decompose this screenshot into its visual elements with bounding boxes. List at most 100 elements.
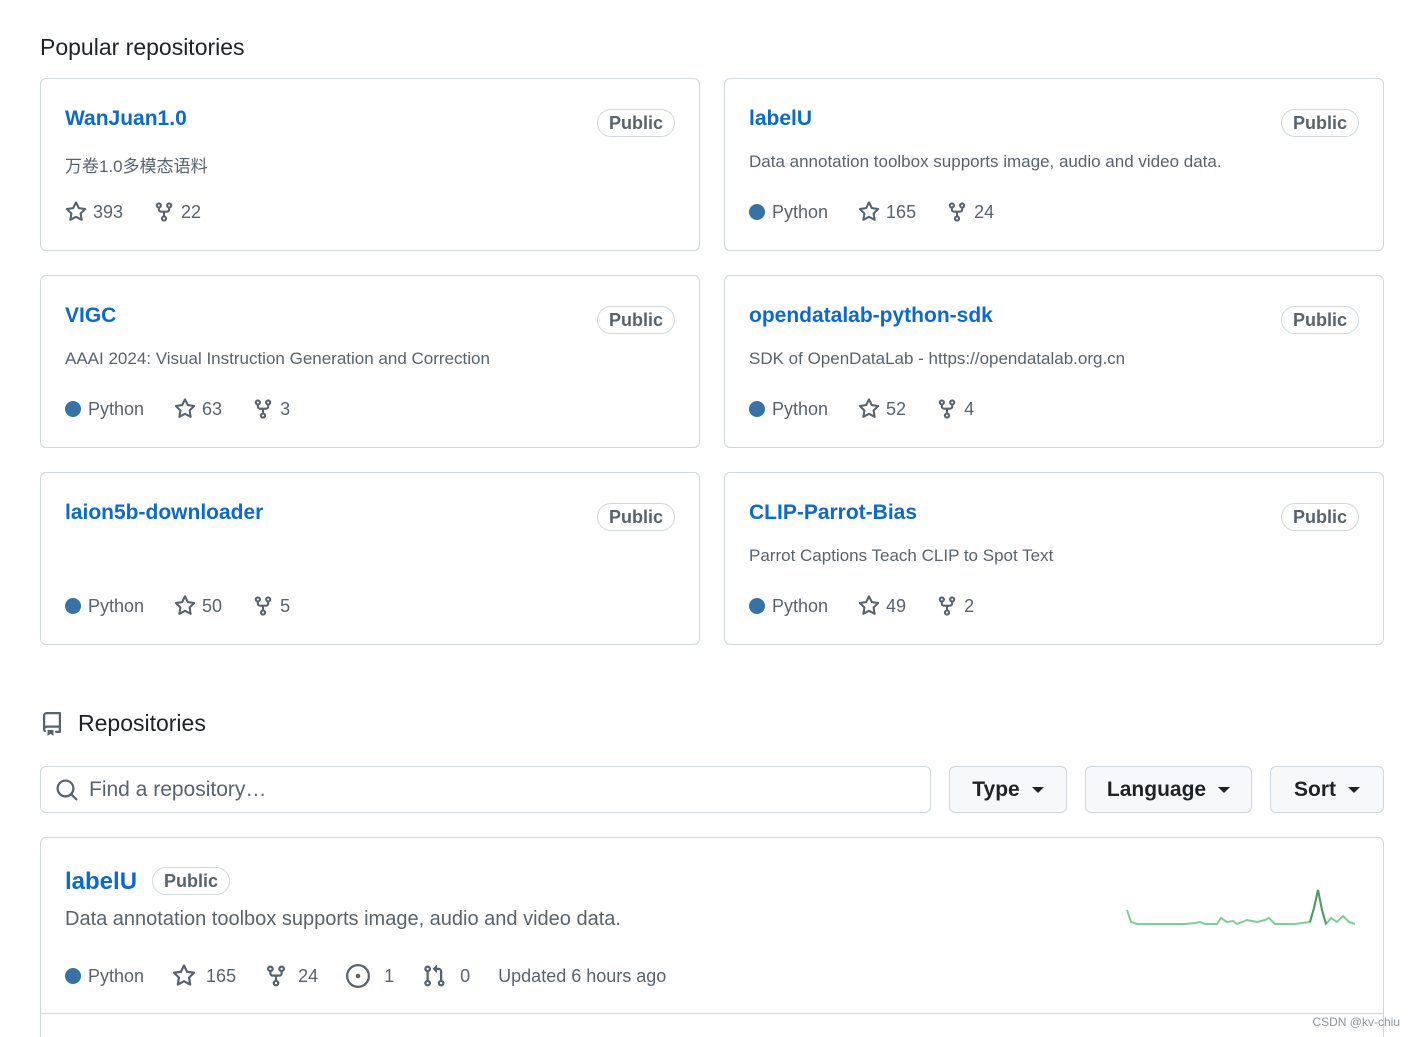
pinned-repo-card: labelU Public Data annotation toolbox su… [724,78,1384,251]
forks-count: 24 [974,201,995,222]
stars-link[interactable]: 393 [65,201,123,223]
type-filter-button[interactable]: Type [949,766,1067,813]
star-icon [858,201,880,221]
repo-description: 万卷1.0多模态语料 [65,157,208,176]
issue-icon [346,964,371,988]
pinned-repos-grid: WanJuan1.0 Public 万卷1.0多模态语料 393 22 labe… [40,78,1384,645]
fork-icon [267,965,286,987]
language: Python [65,966,144,987]
fork-icon [155,202,173,222]
forks-link[interactable]: 24 [264,964,318,988]
forks-count: 22 [181,201,202,222]
repo-name-link[interactable]: labelU [749,107,812,131]
sort-label: Sort [1294,777,1336,801]
stars-link[interactable]: 49 [858,595,906,617]
forks-link[interactable]: 22 [153,201,201,223]
language: Python [749,596,828,617]
repo-description: AAAI 2024: Visual Instruction Generation… [65,349,490,368]
repo-name-link[interactable]: WanJuan1.0 [65,107,187,131]
stars-count: 165 [206,965,237,986]
repo-list-item: labelU Public Data annotation toolbox su… [41,838,1383,1014]
fork-icon [938,399,956,419]
visibility-badge: Public [596,503,675,531]
pull-requests-link[interactable]: 0 [422,964,470,988]
find-repository-input[interactable] [89,777,889,802]
repo-list: labelU Public Data annotation toolbox su… [40,837,1384,1037]
stars-link[interactable]: 165 [858,201,916,223]
stars-link[interactable]: 165 [172,964,236,988]
popular-repositories-title: Popular repositories [40,34,245,60]
forks-link[interactable]: 2 [936,595,974,617]
language-color-dot [749,204,765,220]
repo-name-link[interactable]: opendatalab-python-sdk [749,304,993,328]
star-icon [172,964,196,986]
activity-sparkline [1126,889,1356,927]
stars-count: 50 [202,595,223,616]
repo-meta: Python 165 24 [749,201,1024,223]
stars-count: 49 [886,595,907,616]
repo-meta: Python 52 4 [749,398,1004,420]
language: Python [65,596,144,617]
language: Python [749,202,828,223]
pinned-repo-card: VIGC Public AAAI 2024: Visual Instructio… [40,275,700,448]
language-filter-button[interactable]: Language [1085,766,1252,813]
pinned-repo-card: WanJuan1.0 Public 万卷1.0多模态语料 393 22 [40,78,700,251]
search-box [40,766,931,813]
star-icon [858,595,880,615]
repo-meta: Python 63 3 [65,398,320,420]
star-icon [65,201,87,221]
repo-meta: Python 50 5 [65,595,320,617]
repo-name-link[interactable]: CLIP-Parrot-Bias [749,501,917,525]
visibility-badge: Public [596,306,675,334]
visibility-badge: Public [152,867,231,895]
repo-meta: Python 49 2 [749,595,1004,617]
repo-description: Data annotation toolbox supports image, … [65,908,621,930]
star-icon [858,398,880,418]
repositories-header: Repositories [40,710,206,737]
visibility-badge: Public [596,109,675,137]
fork-icon [938,596,956,616]
repo-meta: 393 22 [65,201,231,223]
visibility-badge: Public [1280,503,1359,531]
stars-count: 165 [886,201,917,222]
forks-link[interactable]: 4 [936,398,974,420]
stars-count: 393 [93,201,124,222]
language-name: Python [88,965,145,986]
stars-link[interactable]: 50 [174,595,222,617]
language-name: Python [772,595,829,616]
language-name: Python [772,201,829,222]
visibility-badge: Public [1280,306,1359,334]
forks-link[interactable]: 24 [946,201,994,223]
stars-link[interactable]: 63 [174,398,222,420]
repo-name-link[interactable]: laion5b-downloader [65,501,263,525]
sort-button[interactable]: Sort [1270,766,1384,813]
stars-link[interactable]: 52 [858,398,906,420]
language-filter-label: Language [1106,777,1207,801]
forks-count: 4 [964,398,975,419]
issues-count: 1 [384,965,395,986]
pull-request-icon [424,964,445,987]
repo-description: Parrot Captions Teach CLIP to Spot Text [749,546,1054,565]
language-color-dot [65,968,81,984]
repo-name-link[interactable]: VIGC [65,304,116,328]
search-icon [56,779,78,801]
language-name: Python [772,398,829,419]
language-color-dot [65,401,81,417]
repo-filter-bar: Type Language Sort [40,766,1384,813]
stars-count: 63 [202,398,223,419]
issues-link[interactable]: 1 [346,964,394,988]
forks-count: 3 [280,398,291,419]
pinned-repo-card: laion5b-downloader Public Python 50 5 [40,472,700,645]
forks-link[interactable]: 3 [252,398,290,420]
fork-icon [948,202,966,222]
language-color-dot [65,598,81,614]
type-filter-label: Type [972,777,1020,801]
caret-down-icon [1218,786,1231,793]
star-icon [174,398,196,418]
visibility-badge: Public [1280,109,1359,137]
updated-time: Updated 6 hours ago [498,965,667,986]
page: Popular repositories WanJuan1.0 Public 万… [0,0,1414,1037]
forks-link[interactable]: 5 [252,595,290,617]
language-color-dot [749,598,765,614]
repo-name-link[interactable]: labelU [65,868,137,896]
